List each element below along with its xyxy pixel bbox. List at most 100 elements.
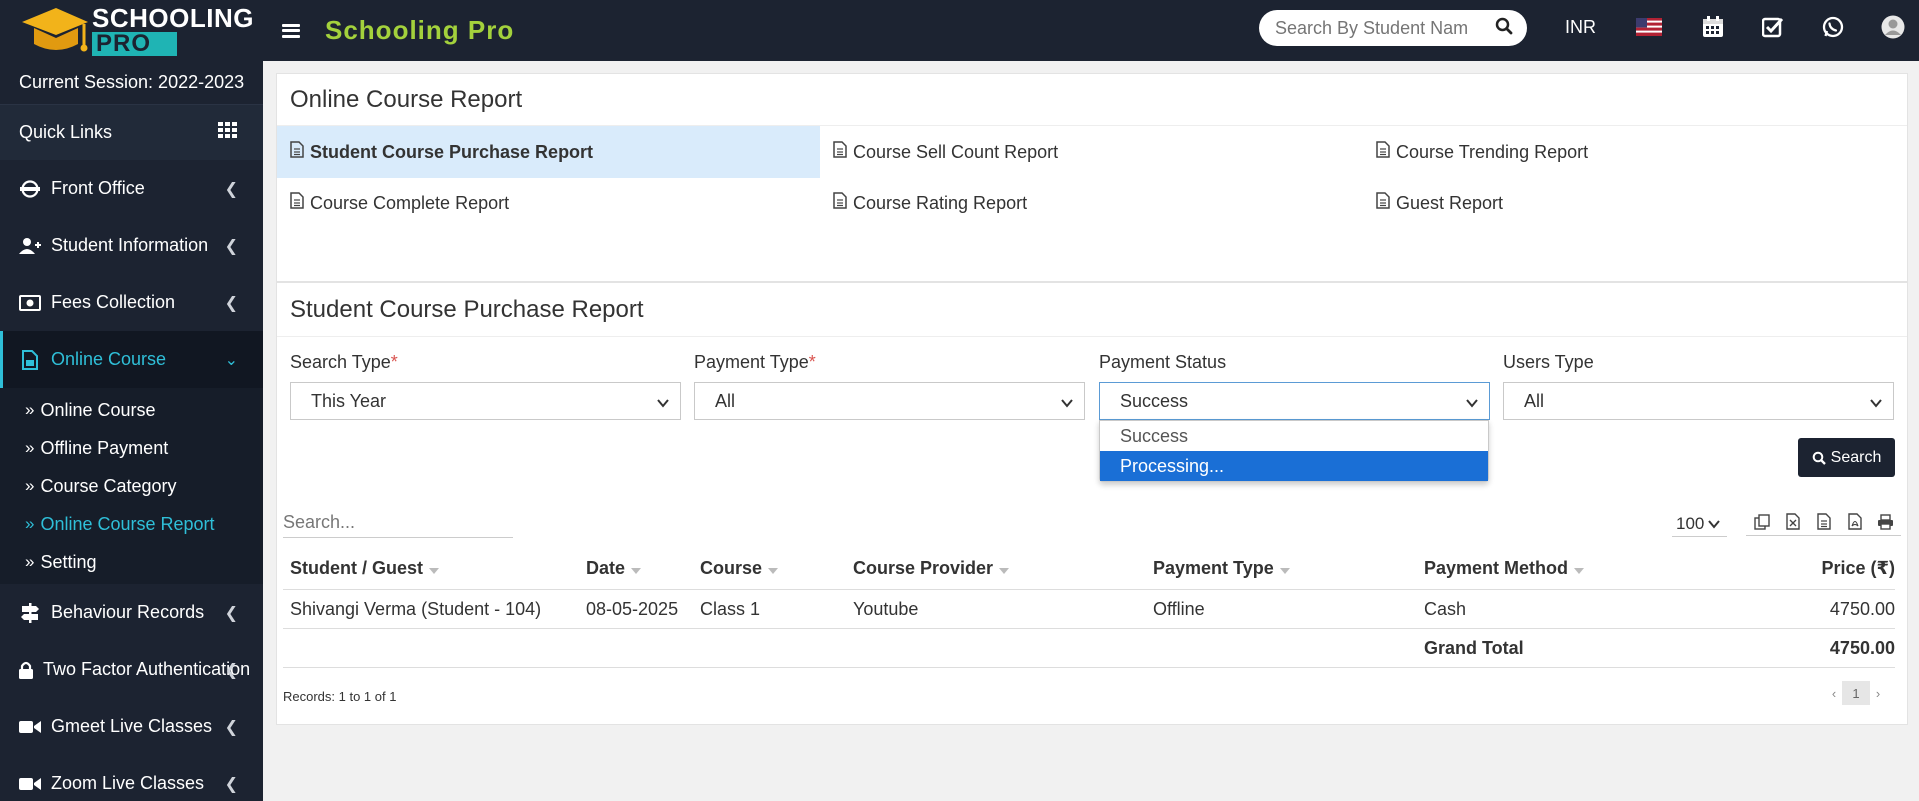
copy-icon[interactable] (1746, 508, 1777, 535)
whatsapp-icon[interactable] (1820, 14, 1846, 40)
page-number[interactable]: 1 (1842, 681, 1870, 705)
column-label: Course Provider (853, 557, 994, 578)
column-label: Course (700, 557, 763, 578)
link-course-sell-count-report[interactable]: Course Sell Count Report (820, 126, 1363, 178)
us-flag-icon[interactable] (1636, 14, 1662, 40)
link-student-course-purchase-report[interactable]: Student Course Purchase Report (277, 126, 820, 178)
column-label: Payment Type (1153, 557, 1274, 578)
column-label: Student / Guest (290, 557, 424, 578)
panel-title: Student Course Purchase Report (277, 283, 1907, 337)
sidebar-item-two-factor-authentication[interactable]: Two Factor Authentication ❮ (0, 641, 263, 698)
pdf-icon[interactable] (1839, 508, 1870, 535)
report-link-label: Course Complete Report (310, 192, 510, 213)
sort-icon (631, 558, 642, 579)
submenu-item-offline-payment[interactable]: » Offline Payment (0, 429, 263, 467)
column-header-course[interactable]: Course (700, 556, 779, 580)
column-label: Payment Method (1424, 557, 1569, 578)
document-icon (833, 141, 847, 163)
cell-student: Shivangi Verma (Student - 104) (290, 599, 542, 619)
column-header-course-provider[interactable]: Course Provider (853, 556, 1010, 580)
column-header-date[interactable]: Date (586, 556, 642, 580)
sidebar-item-front-office[interactable]: Front Office ❮ (0, 160, 263, 217)
submenu-item-online-course-report[interactable]: » Online Course Report (0, 505, 263, 543)
online-course-submenu: » Online Course » Offline Payment » Course … (0, 388, 263, 584)
currency-selector[interactable]: INR (1565, 17, 1596, 38)
dropdown-option-processing[interactable]: Processing... (1100, 451, 1488, 481)
users-type-select[interactable]: All (1503, 382, 1894, 420)
search-type-select[interactable]: This Year (290, 382, 681, 420)
user-avatar-icon[interactable] (1880, 14, 1906, 40)
sidebar-item-label: Behaviour Records (51, 602, 205, 622)
cell-date: 08-05-2025 (586, 599, 679, 619)
next-page-icon[interactable]: › (1870, 686, 1886, 701)
sidebar-item-fees-collection[interactable]: Fees Collection ❮ (0, 274, 263, 331)
app-logo[interactable]: SCHOOLING PRO (0, 0, 262, 61)
logo-text-top: SCHOOLING (92, 3, 254, 33)
sidebar-item-behaviour-records[interactable]: Behaviour Records ❮ (0, 584, 263, 641)
select-value: This Year (311, 390, 387, 411)
calendar-icon[interactable] (1700, 14, 1726, 40)
link-course-trending-report[interactable]: Course Trending Report (1363, 126, 1906, 178)
link-course-rating-report[interactable]: Course Rating Report (820, 177, 1363, 229)
document-icon (290, 192, 304, 214)
chevron-down-icon: ⌄ (224, 351, 238, 369)
cell-payment-type: Offline (1153, 599, 1205, 619)
sidebar-item-label: Fees Collection (51, 292, 176, 312)
submenu-label: Offline Payment (40, 437, 169, 458)
sidebar-item-zoom-live-classes[interactable]: Zoom Live Classes ❮ (0, 755, 263, 801)
cell-price: 4750.00 (1829, 599, 1895, 619)
search-icon (1812, 451, 1826, 465)
report-link-label: Course Rating Report (853, 192, 1028, 213)
video-icon (19, 720, 41, 734)
submenu-item-setting[interactable]: » Setting (0, 543, 263, 581)
student-search-input[interactable] (1275, 17, 1485, 39)
table-search-input[interactable]: Search... (283, 508, 513, 538)
rows-per-page-select[interactable]: 100 (1672, 511, 1727, 537)
course-icon (19, 349, 41, 370)
column-header-payment-type[interactable]: Payment Type (1153, 556, 1290, 580)
menu-toggle-icon[interactable] (282, 23, 300, 38)
payment-status-select[interactable]: Success (1099, 382, 1490, 420)
sidebar-item-online-course[interactable]: Online Course ⌄ (0, 331, 263, 388)
grid-icon[interactable] (218, 122, 238, 143)
column-header-student[interactable]: Student / Guest (290, 556, 440, 580)
sidebar-item-label: Zoom Live Classes (51, 773, 205, 793)
sidebar-item-gmeet-live-classes[interactable]: Gmeet Live Classes ❮ (0, 698, 263, 755)
submenu-item-online-course[interactable]: » Online Course (0, 391, 263, 429)
chevron-left-icon: ❮ (224, 775, 238, 793)
sidebar-item-label: Online Course (51, 349, 167, 369)
submenu-label: Course Category (40, 475, 177, 496)
report-link-label: Guest Report (1396, 192, 1504, 213)
dropdown-option-success[interactable]: Success (1100, 421, 1488, 451)
grand-total-label: Grand Total (1424, 638, 1524, 658)
document-icon (1376, 192, 1390, 214)
export-toolbar (1746, 508, 1901, 536)
csv-icon[interactable] (1808, 508, 1839, 535)
money-icon (19, 294, 41, 311)
link-course-complete-report[interactable]: Course Complete Report (277, 177, 820, 229)
excel-icon[interactable] (1777, 508, 1808, 535)
task-check-icon[interactable] (1760, 14, 1786, 40)
submenu-item-course-category[interactable]: » Course Category (0, 467, 263, 505)
chevron-down-icon (1869, 394, 1883, 415)
search-button[interactable]: Search (1798, 438, 1895, 477)
submenu-label: Setting (40, 551, 97, 572)
column-header-price[interactable]: Price (₹) (1800, 556, 1895, 580)
print-icon[interactable] (1870, 508, 1901, 535)
sidebar-item-student-information[interactable]: Student Information ❮ (0, 217, 263, 274)
payment-status-dropdown: Success Processing... (1099, 420, 1489, 482)
student-search-box (1259, 10, 1527, 46)
prev-page-icon[interactable]: ‹ (1826, 686, 1842, 701)
link-guest-report[interactable]: Guest Report (1363, 177, 1906, 229)
report-link-label: Course Sell Count Report (853, 141, 1059, 162)
quick-links[interactable]: Quick Links (0, 105, 263, 160)
sidebar-item-label: Two Factor Authentication (43, 659, 251, 679)
sort-icon (999, 558, 1010, 579)
brand-title: Schooling Pro (325, 15, 515, 45)
chevron-down-icon (1060, 394, 1074, 415)
double-chevron-icon: » (25, 400, 35, 419)
chevron-down-icon (656, 394, 670, 415)
column-header-payment-method[interactable]: Payment Method (1424, 556, 1585, 580)
payment-type-select[interactable]: All (694, 382, 1085, 420)
search-icon[interactable] (1495, 17, 1513, 40)
